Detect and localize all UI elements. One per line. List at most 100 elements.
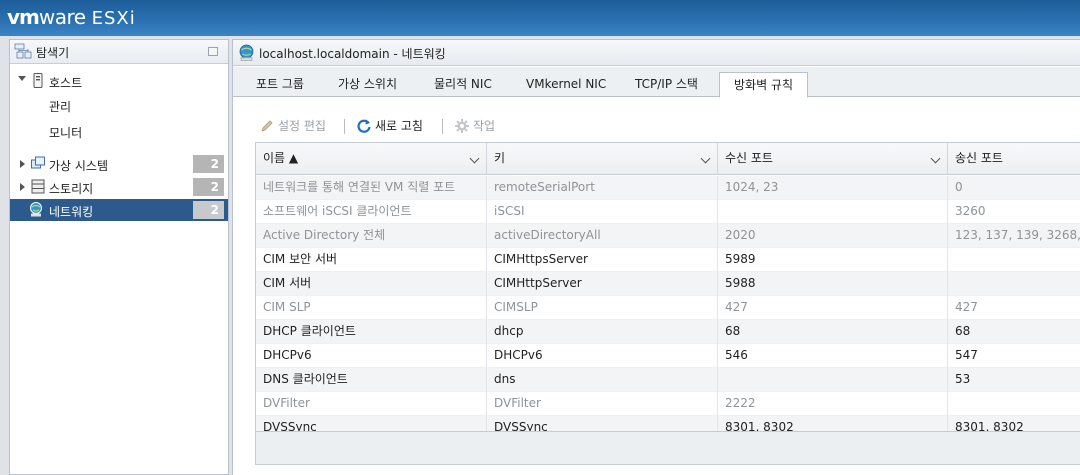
main-panel: localhost.localdomain - 네트워킹 포트 그룹 가상 스위… (232, 39, 1080, 475)
table-row[interactable]: DNS 클라이언트 dns 53 (256, 368, 1080, 392)
cell-incoming-ports: 68 (718, 320, 948, 344)
network-icon (239, 44, 254, 61)
navigator-title: 탐색기 (36, 46, 70, 60)
vm-count-badge: 2 (193, 155, 224, 173)
tab-vmkernel-nics[interactable]: VMkernel NIC (522, 72, 610, 97)
cell-key: activeDirectoryAll (487, 224, 718, 248)
chevron-down-icon[interactable] (700, 153, 711, 164)
cell-key: CIMHttpsServer (487, 248, 718, 272)
toolbar-divider (344, 119, 345, 134)
table-row[interactable]: CIM 서버 CIMHttpServer 5988 (256, 272, 1080, 296)
nav-monitor[interactable]: 모니터 (10, 120, 228, 142)
logo-vm: vm (7, 5, 40, 29)
cell-incoming-ports: 2222 (718, 392, 948, 416)
actions-label: 작업 (473, 119, 496, 133)
table-row[interactable]: DVFilter DVFilter 2222 (256, 392, 1080, 416)
nav-networking[interactable]: 네트워킹 2 (10, 199, 228, 221)
nav-storage-label: 스토리지 (49, 182, 94, 196)
cell-incoming-ports: 1024, 23 (718, 176, 948, 200)
column-header-key[interactable]: 키 (487, 143, 718, 175)
tab-port-groups[interactable]: 포트 그룹 (252, 72, 308, 97)
nav-manage[interactable]: 관리 (10, 94, 228, 116)
cell-key: DVFilter (487, 392, 718, 416)
expand-icon[interactable] (20, 183, 25, 191)
cell-key: CIMSLP (487, 296, 718, 320)
expand-icon[interactable] (18, 76, 26, 81)
edit-settings-button[interactable]: 설정 편집 (259, 116, 333, 136)
cell-incoming-ports: 427 (718, 296, 948, 320)
navigator-header: 탐색기 (10, 40, 228, 64)
tab-firewall-rules[interactable]: 방화벽 규칙 (719, 72, 809, 98)
cell-name: 소프트웨어 iSCSI 클라이언트 (256, 200, 487, 224)
cell-outgoing-ports: 547 (948, 344, 1080, 368)
chevron-down-icon[interactable] (930, 153, 941, 164)
main-header: localhost.localdomain - 네트워킹 (233, 40, 1080, 66)
network-count-badge: 2 (193, 201, 224, 219)
column-header-incoming[interactable]: 수신 포트 (718, 143, 948, 175)
table-row[interactable]: DHCPv6 DHCPv6 546 547 (256, 344, 1080, 368)
cell-outgoing-ports: 53 (948, 368, 1080, 392)
cell-key: iSCSI (487, 200, 718, 224)
vmware-esxi-logo: vmware ESXi (7, 5, 136, 29)
refresh-icon (357, 119, 371, 133)
nav-storage[interactable]: 스토리지 2 (10, 176, 228, 198)
cell-outgoing-ports: 68 (948, 320, 1080, 344)
table-row[interactable]: CIM 보안 서버 CIMHttpsServer 5989 (256, 248, 1080, 272)
storage-count-badge: 2 (193, 178, 224, 196)
toolbar-divider (442, 119, 443, 134)
tab-bar: 포트 그룹 가상 스위치 물리적 NIC VMkernel NIC TCP/IP… (233, 67, 1080, 98)
nav-virtual-machines[interactable]: 가상 시스템 2 (10, 153, 228, 175)
cell-key: remoteSerialPort (487, 176, 718, 200)
cell-incoming-ports: 2020 (718, 224, 948, 248)
cell-incoming-ports: 546 (718, 344, 948, 368)
nav-host[interactable]: 호스트 (10, 70, 228, 92)
navigator-icon (14, 43, 32, 59)
cell-name: Active Directory 전체 (256, 224, 487, 248)
cell-incoming-ports: 5988 (718, 272, 948, 296)
logo-ware: ware (38, 5, 86, 29)
grid-footer (256, 431, 1080, 464)
column-header-name[interactable]: 이름 ▲ (256, 143, 487, 175)
chevron-down-icon[interactable] (469, 153, 480, 164)
cell-name: DVFilter (256, 392, 487, 416)
cell-incoming-ports (718, 200, 948, 224)
column-incoming-label: 수신 포트 (725, 151, 773, 165)
cell-outgoing-ports (948, 272, 1080, 296)
collapse-panel-icon[interactable] (208, 47, 218, 56)
pencil-icon (261, 120, 273, 132)
cell-name: DNS 클라이언트 (256, 368, 487, 392)
nav-monitor-label: 모니터 (49, 126, 83, 140)
cell-outgoing-ports: 123, 137, 139, 3268, 38 (948, 224, 1080, 248)
cell-outgoing-ports: 427 (948, 296, 1080, 320)
cell-key: CIMHttpServer (487, 272, 718, 296)
table-row[interactable]: Active Directory 전체 activeDirectoryAll 202… (256, 224, 1080, 248)
cell-name: 네트워크를 통해 연결된 VM 직렬 포트 (256, 176, 487, 200)
expand-icon[interactable] (20, 160, 25, 168)
cell-incoming-ports: 5989 (718, 248, 948, 272)
cell-outgoing-ports (948, 392, 1080, 416)
storage-icon (31, 179, 45, 194)
cell-name: CIM 서버 (256, 272, 487, 296)
cell-name: DHCP 클라이언트 (256, 320, 487, 344)
table-row[interactable]: CIM SLP CIMSLP 427 427 (256, 296, 1080, 320)
nav-networking-label: 네트워킹 (49, 205, 94, 219)
nav-vm-label: 가상 시스템 (49, 159, 109, 173)
vm-icon (31, 156, 45, 169)
nav-manage-label: 관리 (49, 100, 72, 114)
gear-icon (455, 119, 469, 133)
page-title: localhost.localdomain - 네트워킹 (259, 47, 446, 61)
column-header-outgoing[interactable]: 송신 포트 (948, 143, 1080, 175)
tab-virtual-switches[interactable]: 가상 스위치 (334, 72, 401, 97)
refresh-button[interactable]: 새로 고침 (356, 116, 436, 136)
tab-tcpip-stacks[interactable]: TCP/IP 스택 (631, 72, 702, 97)
tab-physical-nics[interactable]: 물리적 NIC (430, 72, 496, 97)
cell-key: DHCPv6 (487, 344, 718, 368)
table-row[interactable]: DHCP 클라이언트 dhcp 68 68 (256, 320, 1080, 344)
actions-button[interactable]: 작업 (454, 116, 504, 136)
table-row[interactable]: 네트워크를 통해 연결된 VM 직렬 포트 remoteSerialPort 102… (256, 176, 1080, 200)
top-banner: vmware ESXi (0, 0, 1080, 36)
cell-outgoing-ports: 3260 (948, 200, 1080, 224)
table-row[interactable]: 소프트웨어 iSCSI 클라이언트 iSCSI 3260 (256, 200, 1080, 224)
column-name-label: 이름 ▲ (263, 151, 299, 165)
host-icon (33, 73, 43, 88)
